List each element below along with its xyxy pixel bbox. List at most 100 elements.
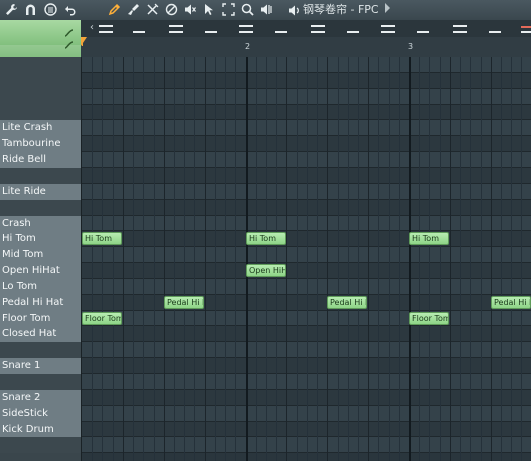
instrument-key[interactable]: Pedal Hi Hat: [0, 295, 81, 311]
speaker-mute-icon[interactable]: [182, 1, 198, 17]
bar-line: [409, 57, 411, 461]
note-block[interactable]: Hi Tom: [409, 232, 449, 245]
piano-roll-window: 钢琴卷帘 - FPC ‹ 2 3 Lite Crash Tambourine Rid…: [0, 0, 531, 461]
undo-icon[interactable]: [62, 1, 78, 17]
note-block[interactable]: Pedal Hi H.: [327, 296, 367, 309]
playhead-line: [82, 37, 83, 46]
step-line: [92, 57, 93, 461]
instrument-label: Mid Tom: [2, 249, 44, 260]
overview-mark: [381, 31, 395, 33]
note-block[interactable]: Open HiHat: [246, 264, 286, 277]
instrument-label: Tambourine: [2, 138, 61, 149]
empty-key[interactable]: [0, 105, 81, 120]
empty-key[interactable]: [0, 200, 81, 216]
scroll-left-icon[interactable]: ‹: [86, 22, 98, 34]
step-line: [358, 57, 359, 461]
menu-icon[interactable]: [42, 1, 58, 17]
instrument-key[interactable]: Mid Tom: [0, 247, 81, 263]
instrument-key[interactable]: Lite Ride: [0, 184, 81, 200]
step-line: [327, 57, 328, 461]
instrument-key[interactable]: Hi Tom: [0, 231, 81, 247]
step-line: [307, 57, 308, 461]
empty-key[interactable]: [0, 437, 81, 453]
instrument-key[interactable]: Kick Drum: [0, 422, 81, 437]
instrument-label: Ride Bell: [2, 154, 46, 165]
zoom-icon[interactable]: [239, 1, 255, 17]
note-block[interactable]: Floor Tom: [409, 312, 449, 325]
instrument-key[interactable]: SideStick: [0, 406, 81, 422]
instrument-key[interactable]: Tambourine: [0, 136, 81, 152]
step-line: [317, 57, 318, 461]
step-line: [286, 57, 287, 461]
title-arrow-icon[interactable]: [385, 3, 390, 13]
select-icon[interactable]: [201, 1, 217, 17]
instrument-key[interactable]: Snare 1: [0, 358, 81, 374]
toolbar: 钢琴卷帘 - FPC: [0, 0, 531, 21]
instrument-key[interactable]: Ride Bell: [0, 152, 81, 168]
magnet-icon[interactable]: [22, 1, 38, 17]
wrench-icon[interactable]: [3, 1, 19, 17]
overview-mark: [381, 25, 395, 27]
instrument-key[interactable]: Snare 2: [0, 390, 81, 406]
instrument-label: SideStick: [2, 408, 48, 419]
step-line: [205, 57, 206, 461]
overview-mark: [521, 26, 531, 28]
note-block[interactable]: Pedal Hi H.: [491, 296, 531, 309]
empty-key[interactable]: [0, 73, 81, 89]
overview-mark: [239, 31, 253, 33]
instrument-label: Crash: [2, 218, 31, 229]
step-line: [297, 57, 298, 461]
instrument-label: Floor Tom: [2, 313, 51, 324]
instrument-key[interactable]: Lite Crash: [0, 120, 81, 136]
step-line: [348, 57, 349, 461]
instrument-label: Pedal Hi Hat: [2, 297, 64, 308]
instrument-label: Snare 1: [2, 360, 41, 371]
note-block[interactable]: Hi Tom: [246, 232, 286, 245]
speaker-icon[interactable]: [286, 2, 302, 18]
target-channel-tab[interactable]: [0, 20, 82, 57]
step-line: [511, 57, 512, 461]
overview-mark: [205, 31, 217, 33]
instrument-key[interactable]: Floor Tom: [0, 311, 81, 326]
step-line: [338, 57, 339, 461]
step-line: [501, 57, 502, 461]
instrument-label: Lo Tom: [2, 281, 37, 292]
step-line: [154, 57, 155, 461]
overview-mark: [489, 31, 501, 33]
instrument-key[interactable]: Closed Hat: [0, 326, 81, 342]
brush-icon[interactable]: [125, 1, 141, 17]
slice-icon[interactable]: [220, 1, 236, 17]
note-block[interactable]: Floor Tom: [82, 312, 122, 325]
step-line: [429, 57, 430, 461]
empty-key[interactable]: [0, 89, 81, 105]
step-line: [164, 57, 165, 461]
step-line: [123, 57, 124, 461]
instrument-key[interactable]: Crash: [0, 216, 81, 231]
step-line: [491, 57, 492, 461]
note-grid[interactable]: Hi Tom Hi Tom Hi Tom Open HiHat Pedal Hi H. P…: [82, 57, 531, 461]
step-line: [521, 57, 522, 461]
instrument-label: Kick Drum: [2, 424, 54, 435]
instrument-label: Lite Crash: [2, 122, 53, 133]
bar-line: [246, 57, 248, 461]
empty-key[interactable]: [0, 168, 81, 184]
note-block[interactable]: Pedal Hi H.: [164, 296, 204, 309]
timeline-ruler[interactable]: 2 3: [81, 37, 531, 58]
empty-key[interactable]: [0, 374, 81, 390]
delete-icon[interactable]: [144, 1, 160, 17]
playback-icon[interactable]: [258, 1, 274, 17]
instrument-label: Snare 2: [2, 392, 41, 403]
pattern-overview[interactable]: [81, 20, 531, 38]
note-block[interactable]: Hi Tom: [82, 232, 122, 245]
instrument-key[interactable]: Open HiHat: [0, 263, 81, 279]
instrument-label: Lite Ride: [2, 186, 46, 197]
bar-number: 2: [245, 42, 251, 51]
mute-icon[interactable]: [163, 1, 179, 17]
pencil-icon[interactable]: [106, 1, 122, 17]
instrument-key[interactable]: Lo Tom: [0, 279, 81, 295]
overview-mark: [453, 31, 467, 33]
step-line: [440, 57, 441, 461]
empty-key[interactable]: [0, 57, 81, 73]
empty-key[interactable]: [0, 342, 81, 358]
slide-icon: [64, 29, 74, 49]
